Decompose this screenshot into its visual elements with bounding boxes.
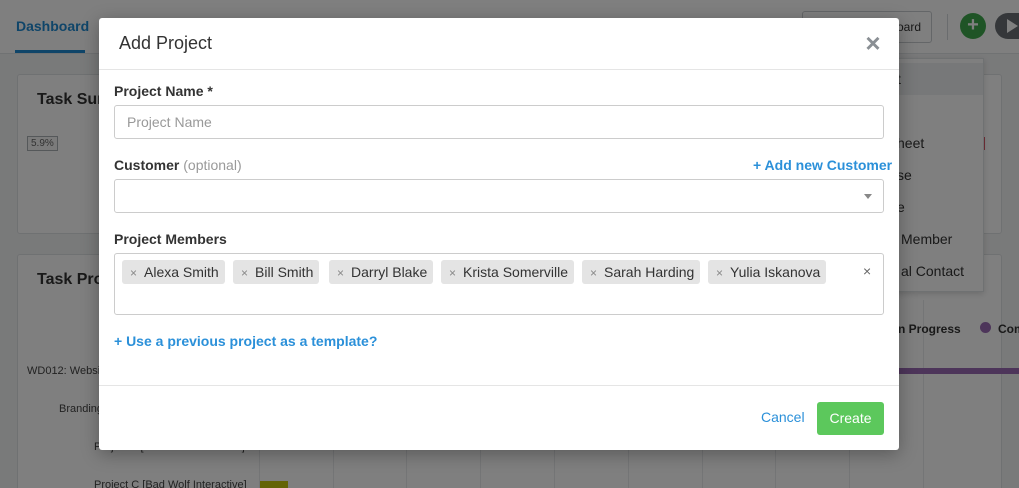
- project-members-select[interactable]: × Alexa Smith × Bill Smith × Darryl Blake ×…: [114, 253, 884, 315]
- remove-tag-icon[interactable]: ×: [130, 266, 137, 280]
- add-new-customer-link[interactable]: + Add new Customer: [753, 157, 892, 173]
- project-name-label: Project Name *: [114, 83, 213, 99]
- member-tag-label: Yulia Iskanova: [730, 264, 821, 280]
- remove-tag-icon[interactable]: ×: [590, 266, 597, 280]
- member-tag: × Alexa Smith: [122, 260, 225, 284]
- member-tag: × Darryl Blake: [329, 260, 434, 284]
- member-tag-label: Krista Somerville: [463, 264, 569, 280]
- use-template-link[interactable]: + Use a previous project as a template?: [114, 333, 377, 349]
- create-button[interactable]: Create: [817, 402, 884, 435]
- chevron-down-icon: [864, 194, 872, 199]
- member-tag: × Bill Smith: [233, 260, 320, 284]
- member-tag-label: Alexa Smith: [144, 264, 219, 280]
- customer-label: Customer (optional): [114, 157, 242, 173]
- customer-label-text: Customer: [114, 157, 180, 173]
- remove-tag-icon[interactable]: ×: [716, 266, 723, 280]
- project-name-input[interactable]: [114, 105, 884, 139]
- close-icon[interactable]: ×: [862, 30, 884, 56]
- member-tag: × Sarah Harding: [582, 260, 701, 284]
- customer-optional-text: (optional): [183, 157, 242, 173]
- modal-header: Add Project ×: [99, 18, 899, 70]
- cancel-button[interactable]: Cancel: [761, 409, 805, 425]
- remove-tag-icon[interactable]: ×: [449, 266, 456, 280]
- member-tag-label: Bill Smith: [255, 264, 314, 280]
- member-tag-label: Sarah Harding: [604, 264, 695, 280]
- member-tag: × Yulia Iskanova: [708, 260, 827, 284]
- customer-select[interactable]: [114, 179, 884, 213]
- remove-tag-icon[interactable]: ×: [241, 266, 248, 280]
- member-tag: × Krista Somerville: [441, 260, 575, 284]
- member-tag-label: Darryl Blake: [351, 264, 428, 280]
- add-project-modal: Add Project × Project Name * Customer (o…: [99, 18, 899, 450]
- clear-all-icon[interactable]: ×: [863, 263, 871, 279]
- modal-footer: Cancel Create: [99, 385, 899, 450]
- project-members-label: Project Members: [114, 231, 227, 247]
- remove-tag-icon[interactable]: ×: [337, 266, 344, 280]
- modal-title: Add Project: [119, 33, 213, 53]
